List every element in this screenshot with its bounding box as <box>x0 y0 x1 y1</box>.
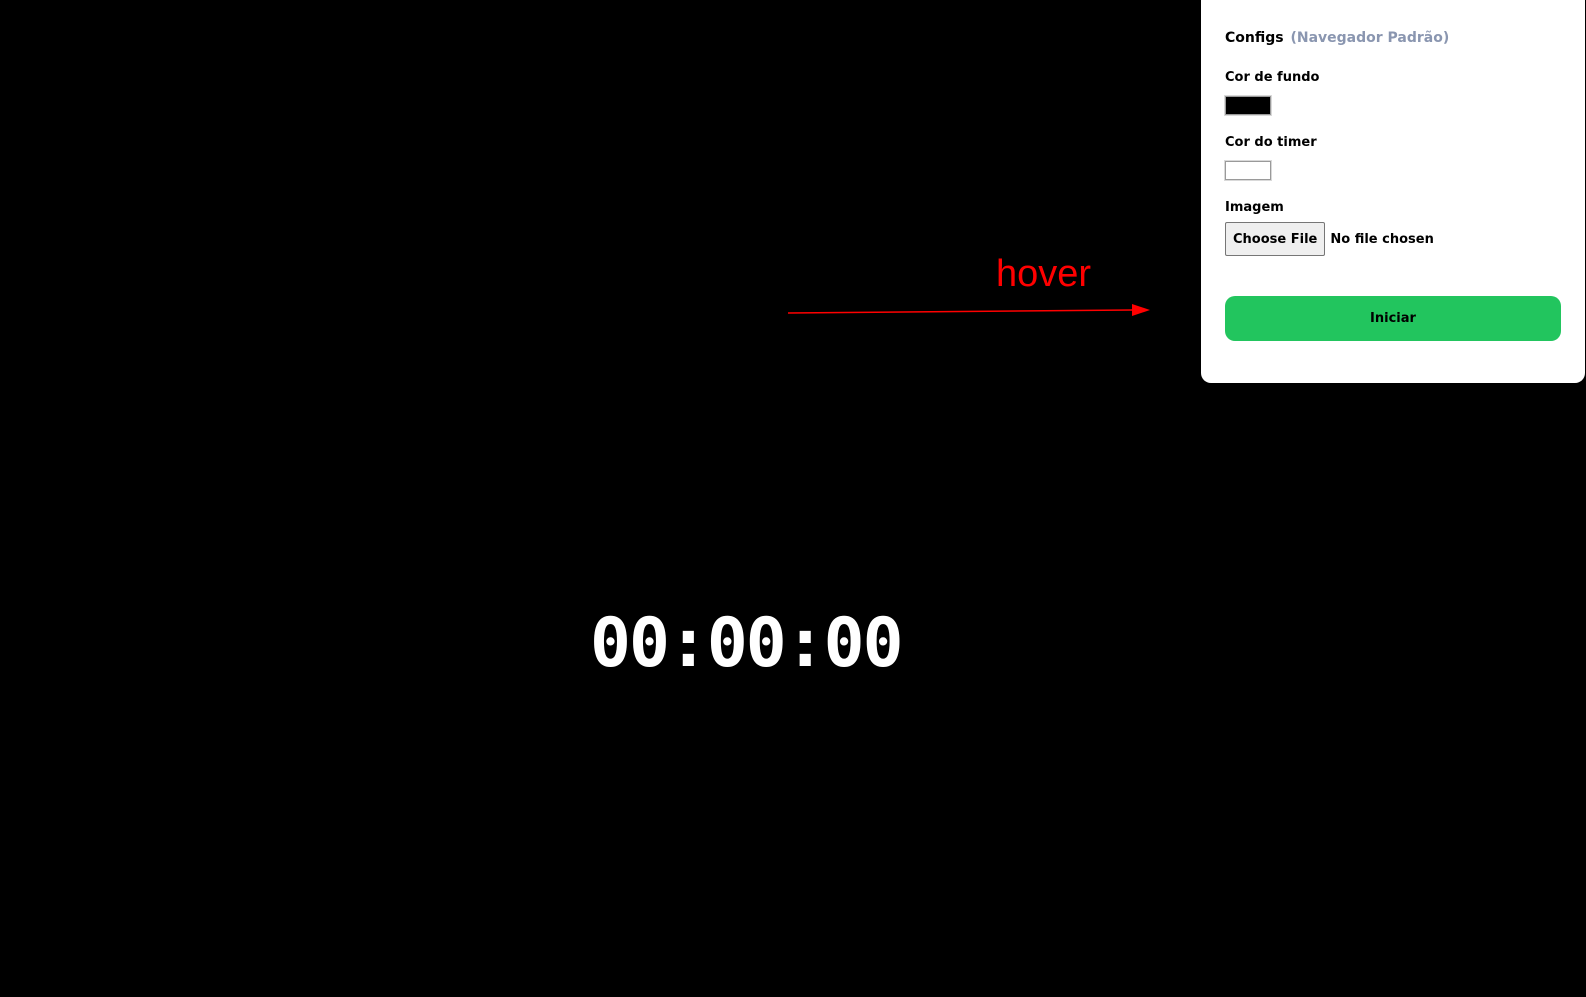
choose-file-button[interactable]: Choose File <box>1225 222 1326 256</box>
background-color-picker[interactable] <box>1224 95 1272 116</box>
config-panel-title: Configs (Navegador Padrão) <box>1225 26 1561 50</box>
image-field: Imagem Choose File No file chosen <box>1225 198 1561 256</box>
file-status-text: No file chosen <box>1330 231 1434 247</box>
image-file-input: Choose File No file chosen <box>1225 222 1561 256</box>
config-subtitle: (Navegador Padrão) <box>1290 30 1450 46</box>
image-label: Imagem <box>1225 200 1284 215</box>
hover-annotation-label: hover <box>996 253 1092 295</box>
timer-stage: 00:00:00 hover Configs (Navegador Padrão… <box>0 0 1586 997</box>
config-panel: Configs (Navegador Padrão) Cor de fundo … <box>1201 0 1585 383</box>
timer-color-label: Cor do timer <box>1225 135 1317 150</box>
hover-annotation-arrow-icon <box>788 304 1150 316</box>
timer-color-picker[interactable] <box>1224 160 1272 181</box>
timer-display: 00:00:00 <box>590 604 904 683</box>
background-color-field: Cor de fundo <box>1224 68 1561 116</box>
timer-color-field: Cor do timer <box>1224 133 1561 181</box>
start-button[interactable]: Iniciar <box>1225 296 1561 341</box>
config-title: Configs <box>1225 30 1284 46</box>
background-color-label: Cor de fundo <box>1225 70 1320 85</box>
